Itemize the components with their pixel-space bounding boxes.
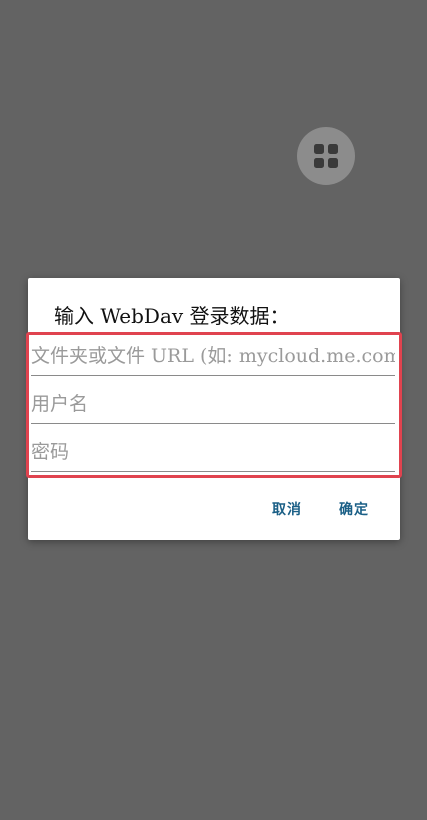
cancel-button[interactable]: 取消 [268,497,306,521]
username-field-container [31,385,395,424]
login-fields-group [26,332,402,478]
password-input[interactable] [31,433,395,471]
ok-button[interactable]: 确定 [335,497,373,521]
dialog-title: 输入 WebDav 登录数据： [54,304,290,328]
username-input[interactable] [31,385,395,423]
grid-icon [314,144,338,168]
url-field-container [31,337,395,376]
webdav-login-dialog: 输入 WebDav 登录数据： 取消 确定 [26,278,402,540]
url-input[interactable] [31,337,395,375]
grid-menu-button[interactable] [297,127,355,185]
password-field-container [31,433,395,472]
